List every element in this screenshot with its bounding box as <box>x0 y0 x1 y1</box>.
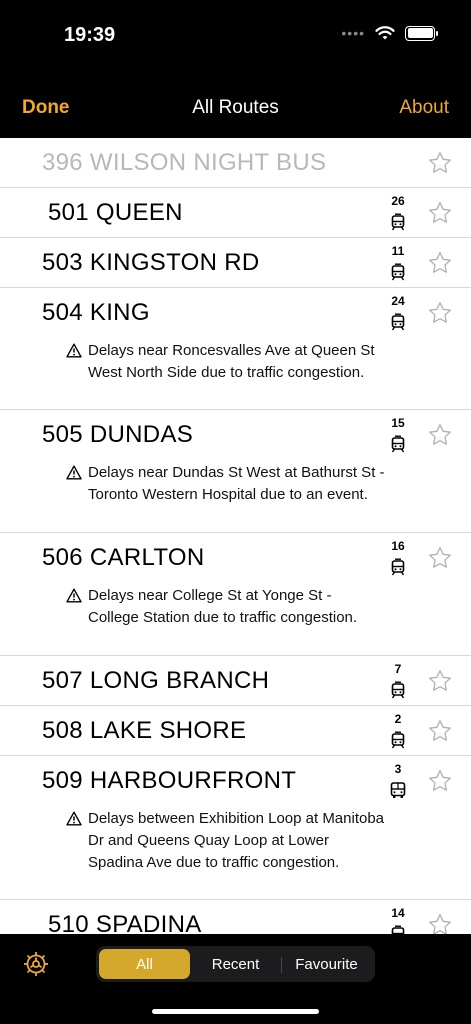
vehicle-count: 14 <box>391 906 405 920</box>
route-name: 506 CARLTON <box>42 544 205 571</box>
streetcar-icon <box>388 730 408 750</box>
vehicle-count: 15 <box>391 416 405 430</box>
status-icons: •••• <box>341 25 438 41</box>
route-name: 504 KING <box>42 299 150 326</box>
route-row[interactable]: 396 WILSON NIGHT BUS <box>0 138 471 188</box>
alert-text: Delays near Dundas St West at Bathurst S… <box>88 464 385 503</box>
service-alert: Delays near Roncesvalles Ave at Queen St… <box>66 340 386 384</box>
route-name: 501 QUEEN <box>48 199 183 226</box>
service-alert: Delays near College St at Yonge St - Col… <box>66 585 386 629</box>
route-row[interactable]: 508 LAKE SHORE 2 <box>0 706 471 756</box>
settings-gear-icon[interactable] <box>22 950 50 978</box>
favourite-star-icon[interactable] <box>427 300 453 326</box>
service-alert: Delays near Dundas St West at Bathurst S… <box>66 462 386 506</box>
route-name: 510 SPADINA <box>48 911 202 934</box>
favourite-star-icon[interactable] <box>427 200 453 226</box>
streetcar-icon <box>388 434 408 454</box>
favourite-star-icon[interactable] <box>427 668 453 694</box>
battery-icon <box>405 25 438 41</box>
route-row[interactable]: 505 DUNDAS 15 Delays near Dundas St West… <box>0 410 471 533</box>
about-button[interactable]: About <box>399 97 449 119</box>
warning-icon <box>66 811 82 826</box>
streetcar-icon <box>388 262 408 282</box>
vehicle-count: 7 <box>394 662 402 676</box>
segment-recent[interactable]: Recent <box>190 949 281 979</box>
vehicle-count: 2 <box>394 712 402 726</box>
warning-icon <box>66 465 82 480</box>
favourite-star-icon[interactable] <box>427 912 453 934</box>
favourite-star-icon[interactable] <box>427 250 453 276</box>
bus-icon <box>388 780 408 800</box>
home-indicator <box>152 1009 319 1014</box>
route-name: 507 LONG BRANCH <box>42 667 270 694</box>
segment-all[interactable]: All <box>99 949 190 979</box>
navigation-bar: Done All Routes About <box>0 70 471 138</box>
favourite-star-icon[interactable] <box>427 718 453 744</box>
alert-text: Delays near College St at Yonge St - Col… <box>88 587 358 626</box>
streetcar-icon <box>388 680 408 700</box>
streetcar-icon <box>388 924 408 934</box>
route-row[interactable]: 503 KINGSTON RD 11 <box>0 238 471 288</box>
route-name: 509 HARBOURFRONT <box>42 767 297 794</box>
route-name: 505 DUNDAS <box>42 421 194 448</box>
service-alert: Delays between Exhibition Loop at Manito… <box>66 808 386 874</box>
streetcar-icon <box>388 212 408 232</box>
route-name: 508 LAKE SHORE <box>42 717 247 744</box>
alert-text: Delays near Roncesvalles Ave at Queen St… <box>88 342 375 381</box>
warning-icon <box>66 343 82 358</box>
route-row[interactable]: 507 LONG BRANCH 7 <box>0 656 471 706</box>
vehicle-count: 3 <box>394 762 402 776</box>
vehicle-count: 11 <box>391 244 405 258</box>
vehicle-count: 26 <box>391 194 405 208</box>
route-list[interactable]: 396 WILSON NIGHT BUS 501 QUEEN 26 503 KI… <box>0 138 471 934</box>
vehicle-count: 24 <box>391 294 405 308</box>
status-time: 19:39 <box>64 24 116 46</box>
route-row[interactable]: 504 KING 24 Delays near Roncesvalles Ave… <box>0 288 471 410</box>
vehicle-count: 16 <box>391 539 405 553</box>
streetcar-icon <box>388 312 408 332</box>
route-name: 396 WILSON NIGHT BUS <box>42 149 327 176</box>
alert-text: Delays between Exhibition Loop at Manito… <box>88 810 385 871</box>
route-row[interactable]: 506 CARLTON 16 Delays near College St at… <box>0 533 471 656</box>
route-name: 503 KINGSTON RD <box>42 249 260 276</box>
cellular-signal-icon: •••• <box>341 25 365 41</box>
favourite-star-icon[interactable] <box>427 422 453 448</box>
route-row[interactable]: 501 QUEEN 26 <box>0 188 471 238</box>
segment-favourite[interactable]: Favourite <box>281 949 372 979</box>
route-row[interactable]: 509 HARBOURFRONT 3 Delays between Exhibi… <box>0 756 471 900</box>
status-bar: 19:39 •••• <box>0 0 471 70</box>
favourite-star-icon[interactable] <box>427 768 453 794</box>
favourite-star-icon[interactable] <box>427 545 453 571</box>
favourite-star-icon[interactable] <box>427 150 453 176</box>
warning-icon <box>66 588 82 603</box>
wifi-icon <box>375 25 395 39</box>
route-row[interactable]: 510 SPADINA 14 <box>0 900 471 934</box>
route-filter-segmented-control[interactable]: All Recent Favourite <box>96 946 375 982</box>
bottom-toolbar: All Recent Favourite <box>0 934 471 1024</box>
streetcar-icon <box>388 557 408 577</box>
